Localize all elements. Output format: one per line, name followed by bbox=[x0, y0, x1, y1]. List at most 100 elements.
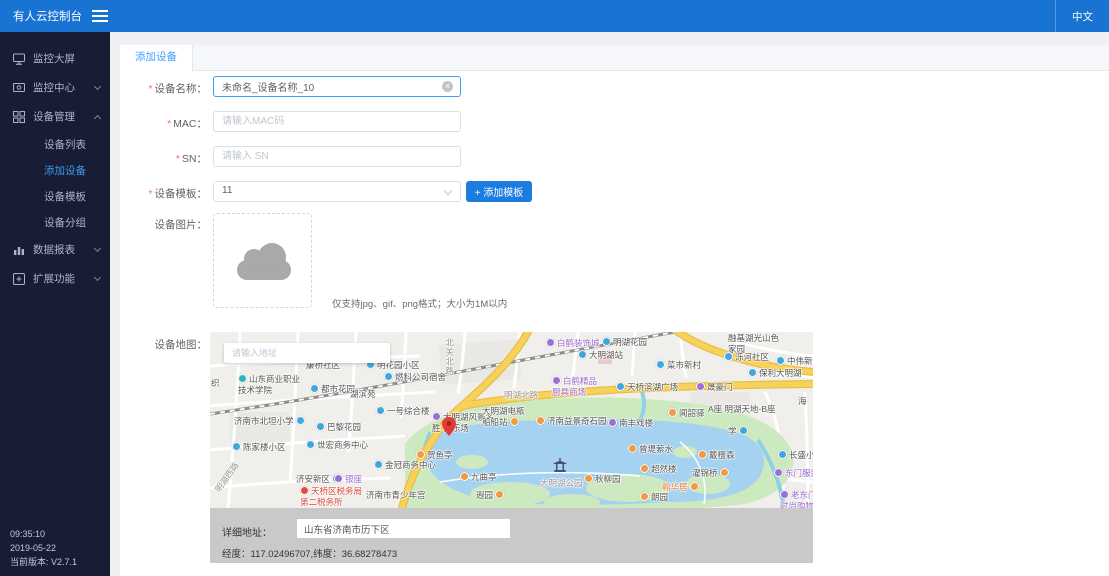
poi-label-text: 南丰戏楼 bbox=[619, 418, 653, 428]
map-poi-label: 中伟新居 bbox=[776, 356, 813, 367]
poi-label-text: 明湖花园 bbox=[613, 337, 647, 347]
map-marker-pin[interactable] bbox=[442, 417, 456, 436]
poi-label-text: 巴黎花园 bbox=[327, 422, 361, 432]
required-mark: * bbox=[167, 118, 171, 130]
map-poi-label: 巴黎花园 bbox=[316, 422, 361, 433]
sidebar-item-data-report[interactable]: 数据报表 bbox=[0, 235, 110, 264]
poi-label-text: 金冠商务中心 bbox=[385, 460, 436, 470]
cloud-upload-icon bbox=[237, 260, 291, 280]
device-map[interactable]: 明湖花园融基湖光山色家园白鹤装饰城大明湖站泺河社区中伟新居菜市新村保利大明湖康桥… bbox=[210, 332, 813, 508]
poi-marker-icon bbox=[495, 490, 504, 499]
poi-label-text: 大明湖公园 bbox=[540, 478, 583, 488]
version-label: 当前版本: V2.7.1 bbox=[10, 556, 77, 570]
chevron-down-icon bbox=[94, 245, 101, 252]
map-poi-label: 白鹤精品厨具商场 bbox=[552, 376, 597, 397]
poi-label-text: 济南市青少年宫 bbox=[366, 490, 426, 500]
sidebar-subitem-device-template[interactable]: 设备模板 bbox=[0, 183, 110, 209]
poi-label-text: 济安新区 bbox=[296, 474, 330, 484]
poi-marker-icon bbox=[739, 426, 748, 435]
poi-marker-icon bbox=[776, 356, 785, 365]
map-address-search-input[interactable] bbox=[224, 343, 390, 363]
top-bar: 有人云控制台 中文 bbox=[0, 0, 1109, 32]
content-card: 添加设备 *设备名称： × *MAC： *SN： *设备模板： bbox=[120, 45, 1109, 576]
map-poi-label: 山东商业职业技术学院 bbox=[238, 374, 300, 395]
device-name-input[interactable] bbox=[213, 76, 461, 97]
device-map-label: 设备地图： bbox=[107, 337, 207, 352]
poi-marker-icon bbox=[460, 472, 469, 481]
poi-marker-icon bbox=[608, 418, 617, 427]
poi-marker-icon bbox=[698, 450, 707, 459]
map-poi-label: 陈家楼小区 bbox=[232, 442, 286, 453]
poi-marker-icon bbox=[640, 492, 649, 501]
poi-label-text: 菜市新村 bbox=[667, 360, 701, 370]
sn-input[interactable] bbox=[213, 146, 461, 167]
poi-marker-icon bbox=[780, 490, 789, 499]
poi-marker-icon bbox=[668, 408, 677, 417]
poi-label-text: 超然楼 bbox=[651, 464, 677, 474]
device-grid-icon bbox=[13, 111, 25, 123]
sidebar-subitem-device-group[interactable]: 设备分组 bbox=[0, 209, 110, 235]
poi-marker-icon bbox=[510, 417, 519, 426]
poi-marker-icon bbox=[300, 486, 309, 495]
map-poi-label: A座 明湖天地-B座 bbox=[708, 404, 776, 415]
poi-marker-icon bbox=[238, 374, 247, 383]
chevron-down-icon bbox=[444, 187, 452, 195]
sidebar-item-device-management[interactable]: 设备管理 bbox=[0, 102, 110, 131]
poi-label-text: 濯锦桥 bbox=[692, 468, 718, 478]
poi-label-text: 戴檀森 bbox=[709, 450, 735, 460]
poi-label-text: 济南市北坦小学 bbox=[234, 416, 294, 426]
map-poi-label: 世宏商务中心 bbox=[306, 440, 368, 451]
poi-marker-icon bbox=[316, 422, 325, 431]
poi-marker-icon bbox=[374, 460, 383, 469]
sn-label: *SN： bbox=[107, 151, 207, 166]
map-poi-label: 濯锦桥 bbox=[692, 468, 729, 479]
map-poi-label: 超然楼 bbox=[640, 464, 677, 475]
map-poi-label: 翰华居 bbox=[662, 482, 699, 493]
map-poi-label: 天桥区税务局第二税务所 bbox=[300, 486, 362, 507]
poi-marker-icon bbox=[334, 474, 343, 483]
device-map-widget: 明湖花园融基湖光山色家园白鹤装饰城大明湖站泺河社区中伟新居菜市新村保利大明湖康桥… bbox=[210, 332, 813, 563]
map-poi-label: 泺河社区 bbox=[724, 352, 769, 363]
add-template-button[interactable]: + 添加模板 bbox=[466, 181, 532, 202]
device-template-select[interactable]: 11 bbox=[213, 181, 461, 202]
map-poi-label: 都市花园 bbox=[310, 384, 355, 395]
poi-marker-icon bbox=[552, 376, 561, 385]
sidebar-footer: 09:35:10 2019-05-22 当前版本: V2.7.1 bbox=[10, 528, 77, 570]
sidebar-item-label: 监控大屏 bbox=[33, 51, 75, 66]
poi-label-text: 陈家楼小区 bbox=[243, 442, 286, 452]
poi-label-text: 融基湖光山色家园 bbox=[728, 333, 779, 354]
image-format-hint: 仅支持jpg、gif、png格式；大小为1M以内 bbox=[332, 296, 507, 310]
poi-marker-icon bbox=[306, 440, 315, 449]
poi-marker-icon bbox=[774, 468, 783, 477]
clock-date: 2019-05-22 bbox=[10, 542, 77, 556]
image-upload-dropzone[interactable] bbox=[213, 213, 312, 308]
poi-label-text: 天桥滨湖广场 bbox=[627, 382, 678, 392]
detail-address-input[interactable] bbox=[297, 519, 510, 538]
sidebar-item-extensions[interactable]: 扩展功能 bbox=[0, 264, 110, 293]
clear-input-icon[interactable]: × bbox=[442, 81, 453, 92]
sidebar-subitem-device-list[interactable]: 设备列表 bbox=[0, 131, 110, 157]
sidebar-nav: 监控大屏 监控中心 设备管理 设备列表 添加设备 设备模板 设备 bbox=[0, 32, 110, 293]
chevron-up-icon bbox=[94, 114, 101, 121]
sidebar-item-monitor-center[interactable]: 监控中心 bbox=[0, 73, 110, 102]
hamburger-menu-icon[interactable] bbox=[92, 10, 108, 22]
mac-input[interactable] bbox=[213, 111, 461, 132]
chevron-down-icon bbox=[94, 274, 101, 281]
device-name-label: *设备名称： bbox=[107, 81, 207, 96]
sidebar-item-monitor-screen[interactable]: 监控大屏 bbox=[0, 44, 110, 73]
sidebar-item-label: 监控中心 bbox=[33, 80, 75, 95]
map-poi-label: 明湖北路 bbox=[504, 390, 538, 401]
poi-label-text: 济南益景奇石园 bbox=[547, 416, 607, 426]
poi-marker-icon bbox=[578, 350, 587, 359]
map-address-panel: 详细地址： 经度：117.02496707,纬度：36.68278473 bbox=[210, 508, 813, 563]
map-poi-label: 东门服装城 bbox=[774, 468, 813, 479]
brand-title: 有人云控制台 bbox=[0, 8, 82, 24]
poi-label-text: 九曲亭 bbox=[471, 472, 497, 482]
language-switch-button[interactable]: 中文 bbox=[1055, 0, 1109, 32]
tab-strip: 添加设备 bbox=[120, 45, 1109, 71]
poi-marker-icon bbox=[416, 450, 425, 459]
map-poi-label: 曾堤萦水 bbox=[628, 444, 673, 455]
sidebar-subitem-add-device[interactable]: 添加设备 bbox=[0, 157, 110, 183]
poi-marker-icon bbox=[720, 468, 729, 477]
tab-add-device[interactable]: 添加设备 bbox=[120, 45, 193, 71]
